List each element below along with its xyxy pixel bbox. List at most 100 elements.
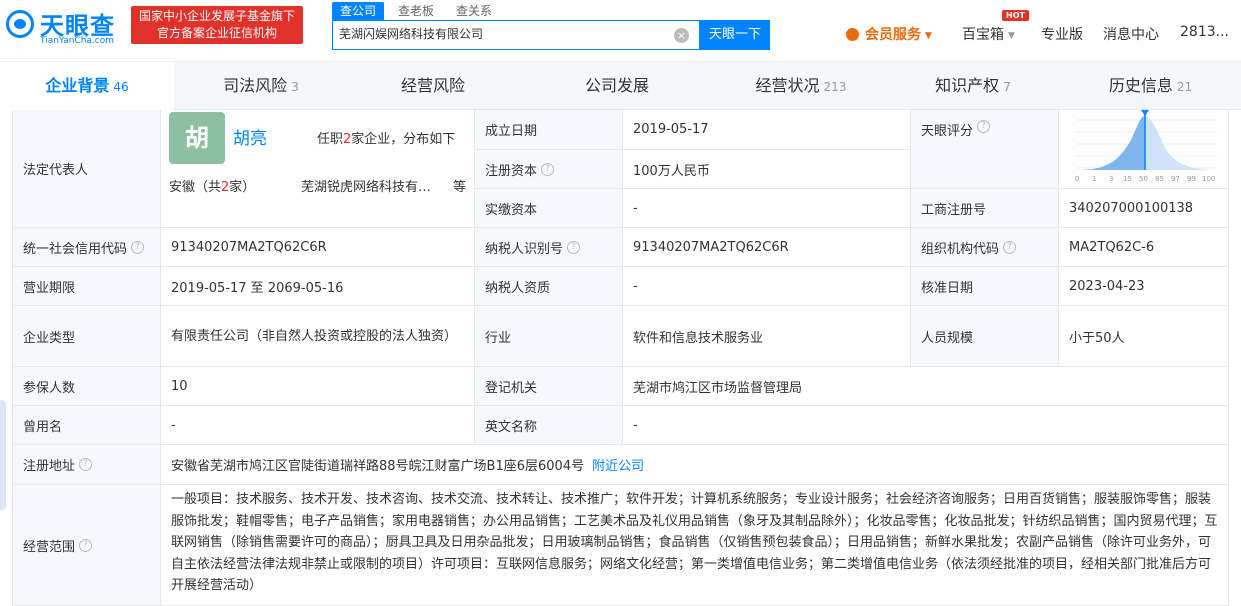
found-date-text: 2019-05-17: [633, 122, 709, 137]
score-tick: 3: [1109, 175, 1113, 183]
message-center-link[interactable]: 消息中心: [1103, 24, 1159, 44]
insured-value: 10: [161, 367, 475, 406]
reg-capital-label-text: 注册资本: [485, 163, 538, 179]
pro-version-link[interactable]: 专业版: [1041, 24, 1083, 44]
tab-judicial-risk[interactable]: 司法风险 3: [174, 62, 348, 110]
en-name-label-text: 英文名称: [485, 419, 538, 435]
help-icon[interactable]: ?: [131, 240, 145, 254]
tab-operating-status[interactable]: 经营状况 213: [716, 62, 886, 110]
approve-date-value: 2023-04-23: [1059, 267, 1229, 306]
tab-label: 企业背景: [45, 76, 110, 95]
help-icon[interactable]: ?: [79, 458, 93, 471]
en-name-label: 英文名称: [475, 406, 623, 445]
treasure-box-menu[interactable]: 百宝箱 ▼: [962, 24, 1015, 44]
left-side-handle[interactable]: [0, 400, 6, 510]
tab-count: 3: [291, 80, 299, 94]
treasure-label: 百宝箱: [962, 27, 1004, 43]
tab-label: 历史信息: [1108, 76, 1173, 95]
tab-operating-risk[interactable]: 经营风险: [348, 62, 522, 110]
industry-label-text: 行业: [485, 330, 512, 346]
score-curve-filled: [1077, 115, 1145, 170]
tab-label: 经营风险: [400, 76, 465, 95]
region-post: 家）: [229, 180, 256, 195]
company-section-tabs: 企业背景 46 司法风险 3 经营风险 公司发展 经营状况 213 知识产权 7 历史信…: [0, 62, 1241, 110]
tab-count: 213: [823, 80, 847, 94]
type-value: 有限责任公司（非自然人投资或控股的法人独资）: [161, 306, 475, 367]
taxpayer-qual-value: -: [623, 267, 911, 306]
term-text: 2019-05-17 至 2069-05-16: [171, 280, 344, 296]
search-tab-relation[interactable]: 查关系: [448, 2, 500, 20]
term-label: 营业期限: [13, 267, 161, 306]
logo-domain: TianYanCha.com: [40, 36, 115, 46]
industry-label: 行业: [475, 306, 623, 367]
tab-company-development[interactable]: 公司发展: [522, 62, 716, 110]
summary-post: 家企业，分布如下: [351, 132, 456, 147]
user-account-menu[interactable]: 2813...: [1180, 24, 1229, 40]
tianyancha-logo[interactable]: 天眼查 TianYanCha.com: [4, 6, 124, 46]
gov-badge[interactable]: 国家中小企业发展子基金旗下 官方备案企业征信机构: [131, 6, 303, 44]
found-date-value: 2019-05-17: [623, 110, 911, 150]
logo-eye-icon: [6, 10, 34, 38]
staff-value: 小于50人: [1059, 306, 1229, 367]
search-input[interactable]: [339, 26, 669, 40]
help-icon[interactable]: ?: [541, 162, 555, 176]
credit-code-value: 91340207MA2TQ62C6R: [161, 228, 475, 267]
org-code-value: MA2TQ62C-6: [1059, 228, 1229, 267]
legal-rep-name[interactable]: 胡亮: [233, 124, 267, 149]
score-tick: 1: [1092, 175, 1096, 183]
search-button[interactable]: 天眼一下: [700, 20, 770, 50]
biz-reg-no-label-text: 工商注册号: [921, 202, 987, 218]
clear-icon[interactable]: ×: [674, 28, 689, 43]
score-distribution-chart: 0 1 3 15 50 85 97 99 100: [1075, 109, 1217, 183]
taxpayer-id-text: 91340207MA2TQ62C6R: [633, 239, 789, 255]
score-marker-icon: [1141, 109, 1149, 116]
chevron-down-icon: ▼: [1008, 31, 1015, 41]
tab-label: 经营状况: [755, 76, 820, 95]
crown-icon: [846, 28, 859, 41]
authority-label-text: 登记机关: [485, 380, 538, 396]
former-name-value: -: [161, 406, 475, 445]
tab-intellectual-property[interactable]: 知识产权 7: [886, 62, 1060, 110]
help-icon[interactable]: ?: [79, 538, 93, 552]
tab-count: 21: [1176, 80, 1193, 94]
score-label: 天眼评分?: [911, 110, 1059, 189]
reg-capital-value: 100万人民币: [623, 150, 911, 189]
insured-label-text: 参保人数: [23, 380, 76, 396]
staff-text: 小于50人: [1069, 330, 1125, 346]
staff-label: 人员规模: [911, 306, 1059, 367]
avatar[interactable]: 胡: [169, 112, 225, 164]
approve-date-text: 2023-04-23: [1069, 278, 1145, 294]
address-label: 注册地址?: [13, 445, 161, 485]
score-chart[interactable]: 0 1 3 15 50 85 97 99 100: [1059, 109, 1229, 189]
paid-capital-text: -: [633, 200, 638, 216]
legal-rep-company-link[interactable]: 芜湖锐虎网络科技有…: [301, 176, 431, 195]
help-icon[interactable]: ?: [567, 240, 581, 254]
tab-label: 公司发展: [584, 76, 649, 95]
tab-history-info[interactable]: 历史信息 21: [1060, 62, 1241, 110]
vip-service-menu[interactable]: 会员服务 ▼: [846, 24, 932, 44]
former-name-label: 曾用名: [13, 406, 161, 445]
org-code-label: 组织机构代码?: [911, 228, 1059, 267]
insured-label: 参保人数: [13, 367, 161, 406]
taxpayer-id-label: 纳税人识别号?: [475, 228, 623, 267]
nearby-companies-link[interactable]: 附近公司: [592, 455, 644, 474]
tab-label: 司法风险: [223, 76, 288, 95]
biz-reg-no-text: 340207000100138: [1069, 200, 1194, 216]
search-tab-company[interactable]: 查公司: [332, 2, 385, 20]
address-label-text: 注册地址: [23, 459, 76, 474]
tab-company-background[interactable]: 企业背景 46: [0, 62, 174, 110]
legal-rep-region: 安徽（共2家）: [169, 176, 255, 195]
type-label: 企业类型: [13, 306, 161, 367]
reg-capital-label: 注册资本?: [475, 150, 623, 189]
legal-rep-label: 法定代表人: [13, 110, 161, 228]
taxpayer-qual-label-text: 纳税人资质: [485, 280, 551, 296]
former-name-label-text: 曾用名: [23, 419, 63, 435]
taxpayer-id-value: 91340207MA2TQ62C6R: [623, 228, 911, 267]
credit-code-text: 91340207MA2TQ62C6R: [171, 239, 327, 255]
scope-label-text: 经营范围: [23, 539, 76, 555]
tab-count: 7: [1003, 80, 1011, 94]
help-icon[interactable]: ?: [977, 120, 991, 133]
search-tab-boss[interactable]: 查老板: [390, 2, 442, 20]
help-icon[interactable]: ?: [1003, 240, 1017, 254]
legal-rep-label-text: 法定代表人: [23, 163, 89, 178]
